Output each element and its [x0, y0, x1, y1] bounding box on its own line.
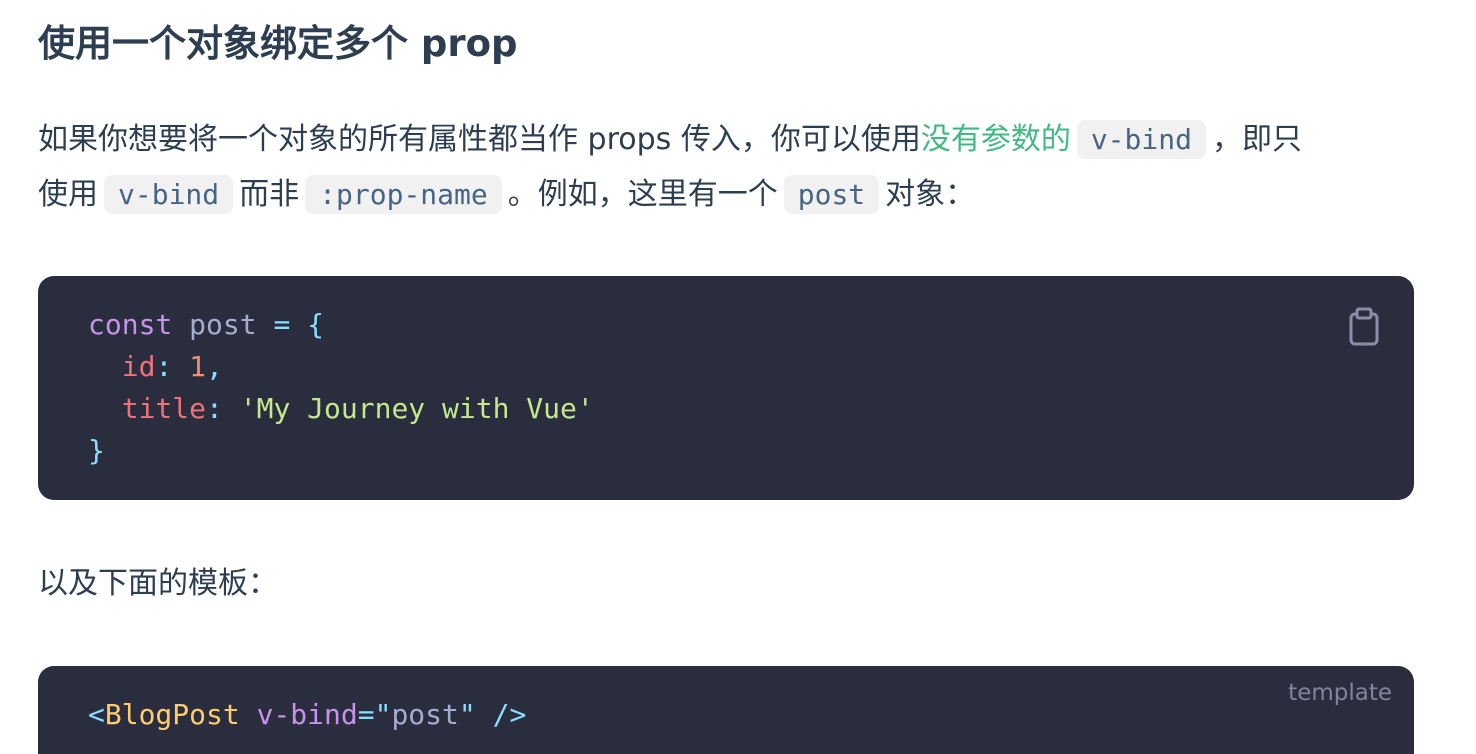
property: title	[121, 392, 207, 425]
inline-code-v-bind: v-bind	[104, 175, 234, 214]
text-segment: 。例如，这里有一个	[507, 177, 778, 212]
attribute: v-bind	[256, 698, 358, 731]
section-heading: 使用一个对象绑定多个 prop	[38, 22, 518, 65]
code-block-template: template <BlogPost v-bind="post" />	[38, 666, 1414, 754]
tag-close: " />	[458, 698, 527, 731]
code-line-1: const post = {	[88, 308, 324, 341]
intro-paragraph: 如果你想要将一个对象的所有属性都当作 props 传入，你可以使用没有参数的 v-…	[38, 112, 1418, 222]
number: 1	[189, 350, 207, 383]
code-line-4: }	[88, 434, 105, 467]
tag-open: <	[88, 698, 105, 731]
property: id	[121, 350, 156, 383]
text-segment: 对象：	[885, 177, 976, 212]
variable: post	[189, 308, 257, 341]
code-line-3: title: 'My Journey with Vue'	[88, 392, 594, 425]
code-content: <BlogPost v-bind="post" />	[88, 694, 526, 736]
inline-code-prop-name: :prop-name	[305, 175, 502, 214]
keyword: const	[88, 308, 173, 341]
inline-code-v-bind: v-bind	[1076, 120, 1206, 159]
text-segment: 而非	[239, 177, 300, 212]
operator: = {	[273, 308, 325, 341]
tag-name: BlogPost	[104, 698, 240, 731]
comma: ,	[206, 350, 223, 383]
text-segment: 使用	[38, 177, 98, 212]
no-argument-link[interactable]: 没有参数的	[921, 122, 1071, 157]
colon: :	[155, 350, 173, 383]
paragraph-line-1: 如果你想要将一个对象的所有属性都当作 props 传入，你可以使用没有参数的 v-…	[38, 112, 1418, 167]
code-line-2: id: 1,	[88, 350, 223, 383]
text-segment: ，即只	[1211, 122, 1302, 157]
attribute-value: post	[391, 698, 459, 731]
text-segment: 如果你想要将一个对象的所有属性都当作 props 传入，你可以使用	[38, 122, 921, 157]
clipboard-icon	[1349, 307, 1379, 346]
colon: :	[206, 392, 223, 425]
string: 'My Journey with Vue'	[239, 392, 594, 425]
copy-button[interactable]	[1344, 306, 1384, 346]
template-paragraph: 以及下面的模板：	[38, 566, 278, 601]
language-label: template	[1288, 680, 1392, 706]
attribute-equals: ="	[357, 698, 392, 731]
brace: }	[88, 434, 105, 467]
code-content: const post = { id: 1, title: 'My Journey…	[88, 304, 594, 472]
paragraph-line-2: 使用 v-bind 而非:prop-name 。例如，这里有一个 post 对象：	[38, 167, 1418, 222]
code-block-post-object: const post = { id: 1, title: 'My Journey…	[38, 276, 1414, 500]
inline-code-post: post	[783, 175, 880, 214]
